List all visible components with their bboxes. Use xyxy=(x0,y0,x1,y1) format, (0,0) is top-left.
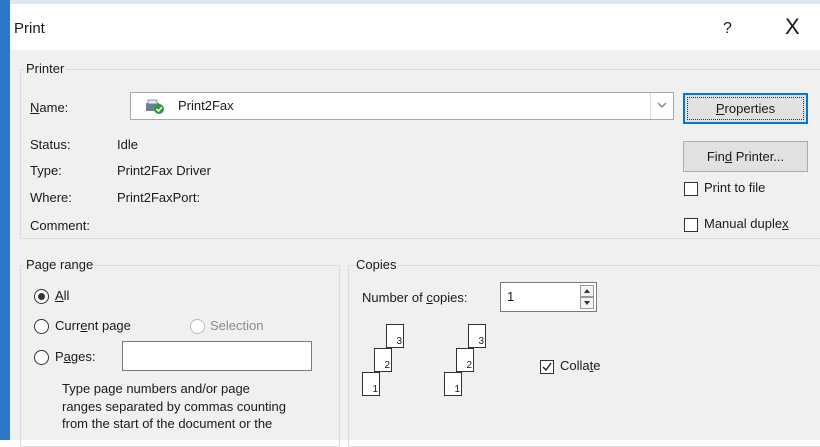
sheet-1: 1 xyxy=(444,372,462,396)
print-to-file-label[interactable]: Print to file xyxy=(704,180,765,195)
printer-group-label: Printer xyxy=(24,61,67,76)
spin-down-icon[interactable] xyxy=(580,297,594,309)
close-icon[interactable]: X xyxy=(785,14,800,40)
sheet-3: 3 xyxy=(468,324,486,348)
title-bar xyxy=(10,10,820,50)
printer-name-value: Print2Fax xyxy=(178,98,234,113)
collate-illustration-stack-2: 3 2 1 xyxy=(444,324,514,414)
comment-label: Comment: xyxy=(30,218,90,233)
help-button[interactable]: ? xyxy=(723,20,732,38)
properties-button[interactable]: Properties xyxy=(683,93,808,124)
number-of-copies-label: Number of copies: xyxy=(362,290,468,305)
sheet-3: 3 xyxy=(386,324,404,348)
print-to-file-checkbox[interactable] xyxy=(684,182,698,196)
spin-up-icon[interactable] xyxy=(580,285,594,297)
pages-radio-label[interactable]: Pages: xyxy=(55,349,95,364)
copies-spinbox[interactable]: 1 xyxy=(500,282,597,312)
current-page-radio[interactable] xyxy=(34,319,49,334)
sheet-2: 2 xyxy=(456,348,474,372)
sheet-1: 1 xyxy=(362,372,380,396)
fax-printer-icon xyxy=(146,99,164,114)
page-range-help-line-2: ranges separated by commas counting xyxy=(62,399,287,414)
page-range-help-line-3: from the start of the document or the xyxy=(62,416,273,431)
all-radio-label[interactable]: All xyxy=(55,288,69,303)
collate-label[interactable]: Collate xyxy=(560,358,600,373)
chevron-down-icon[interactable] xyxy=(650,93,673,119)
copies-value: 1 xyxy=(507,289,515,304)
where-label: Where: xyxy=(30,190,72,205)
manual-duplex-checkbox[interactable] xyxy=(684,218,698,232)
status-value: Idle xyxy=(117,137,138,152)
current-page-radio-label[interactable]: Current page xyxy=(55,318,131,333)
type-label: Type: xyxy=(30,163,62,178)
collate-checkbox[interactable] xyxy=(540,360,554,374)
page-range-group-label: Page range xyxy=(24,257,96,272)
dialog-title: Print xyxy=(14,20,45,37)
copies-group-label: Copies xyxy=(354,257,399,272)
pages-input[interactable] xyxy=(122,341,312,371)
find-printer-button[interactable]: Find Printer... xyxy=(683,141,808,172)
name-label: Name: xyxy=(30,100,69,115)
selection-radio[interactable] xyxy=(190,319,205,334)
window-left-border xyxy=(0,0,10,440)
pages-radio[interactable] xyxy=(34,350,49,365)
status-label: Status: xyxy=(30,137,71,152)
page-range-help-line-1: Type page numbers and/or page xyxy=(62,381,250,396)
collate-illustration-stack-1: 3 2 1 xyxy=(362,324,432,414)
printer-name-combobox[interactable]: Print2Fax xyxy=(130,92,674,120)
sheet-2: 2 xyxy=(374,348,392,372)
checkmark-icon xyxy=(542,362,552,372)
type-value: Print2Fax Driver xyxy=(117,163,211,178)
selection-radio-label[interactable]: Selection xyxy=(210,318,263,333)
all-radio[interactable] xyxy=(34,289,49,304)
where-value: Print2FaxPort: xyxy=(117,190,201,205)
manual-duplex-label[interactable]: Manual duplex xyxy=(704,216,789,231)
